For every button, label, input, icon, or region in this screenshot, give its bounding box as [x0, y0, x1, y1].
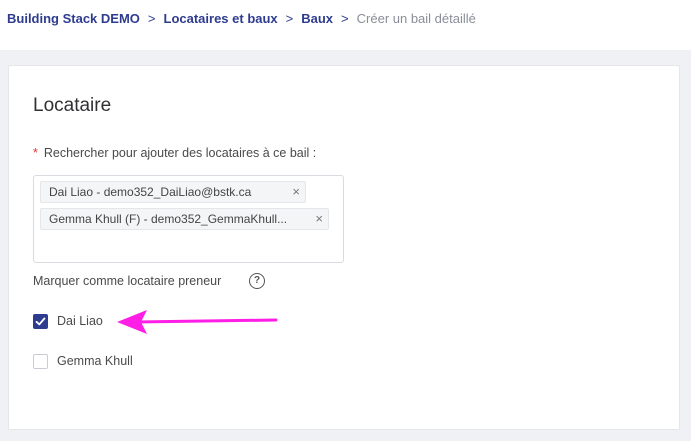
question-circle-icon[interactable]: ?: [249, 273, 265, 289]
tenant-checkbox-gemma-khull[interactable]: [33, 354, 48, 369]
tenant-checkbox-label: Gemma Khull: [57, 354, 133, 368]
breadcrumb-separator: >: [147, 11, 156, 26]
close-icon[interactable]: ×: [315, 209, 323, 229]
tenant-checkbox-label: Dai Liao: [57, 314, 103, 328]
breadcrumb-separator: >: [341, 11, 349, 26]
tenant-tag: Gemma Khull (F) - demo352_GemmaKhull... …: [40, 208, 329, 230]
close-icon[interactable]: ×: [292, 182, 300, 202]
search-label: * Rechercher pour ajouter des locataires …: [33, 146, 316, 160]
search-label-text: Rechercher pour ajouter des locataires à…: [43, 146, 317, 160]
breadcrumb-current: Créer un bail détaillé: [356, 11, 476, 26]
section-title: Locataire: [33, 95, 112, 116]
preneur-label: Marquer comme locataire preneur: [33, 274, 222, 288]
breadcrumb: Building Stack DEMO > Locataires et baux > B…: [7, 11, 476, 27]
breadcrumb-locataires-et-baux[interactable]: Locataires et baux: [164, 11, 278, 26]
tenant-checkbox-dai-liao[interactable]: [33, 314, 48, 329]
required-marker: *: [33, 146, 38, 160]
breadcrumb-baux[interactable]: Baux: [301, 11, 333, 26]
top-bar: Building Stack DEMO > Locataires et baux > B…: [0, 0, 691, 50]
tenant-tag: Dai Liao - demo352_DaiLiao@bstk.ca ×: [40, 181, 306, 203]
check-icon: [35, 317, 46, 326]
tenant-card: Locataire * Rechercher pour ajouter des l…: [8, 65, 680, 430]
tenant-search-input[interactable]: Dai Liao - demo352_DaiLiao@bstk.ca × Gem…: [33, 175, 344, 263]
breadcrumb-building-stack-demo[interactable]: Building Stack DEMO: [7, 11, 140, 26]
tenant-tag-label: Dai Liao - demo352_DaiLiao@bstk.ca: [49, 185, 252, 199]
preneur-label-row: Marquer comme locataire preneur ?: [33, 273, 265, 289]
breadcrumb-separator: >: [285, 11, 294, 26]
tenant-tag-label: Gemma Khull (F) - demo352_GemmaKhull...: [49, 212, 288, 226]
